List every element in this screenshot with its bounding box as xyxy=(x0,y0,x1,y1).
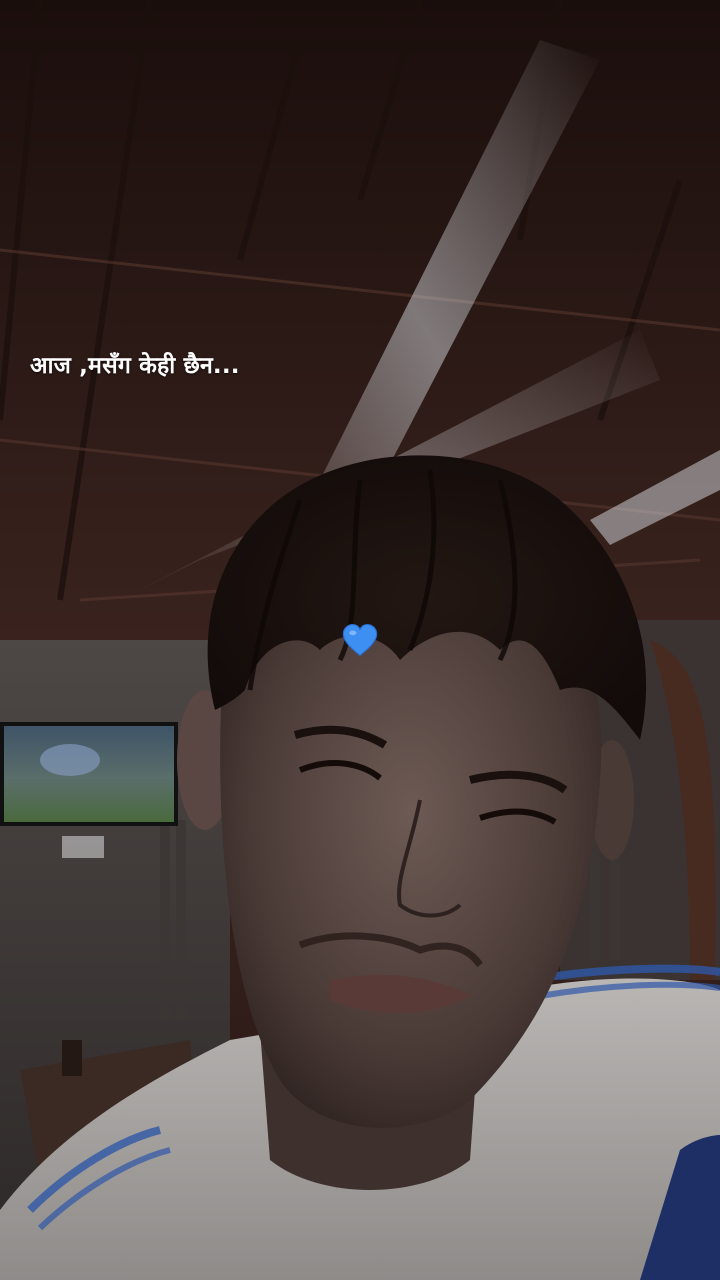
blue-heart-icon xyxy=(342,623,378,657)
story-viewer[interactable]: आज ,मसँग केही छैन... xyxy=(0,0,720,1280)
story-caption-text: आज ,मसँग केही छैन... xyxy=(30,353,240,379)
